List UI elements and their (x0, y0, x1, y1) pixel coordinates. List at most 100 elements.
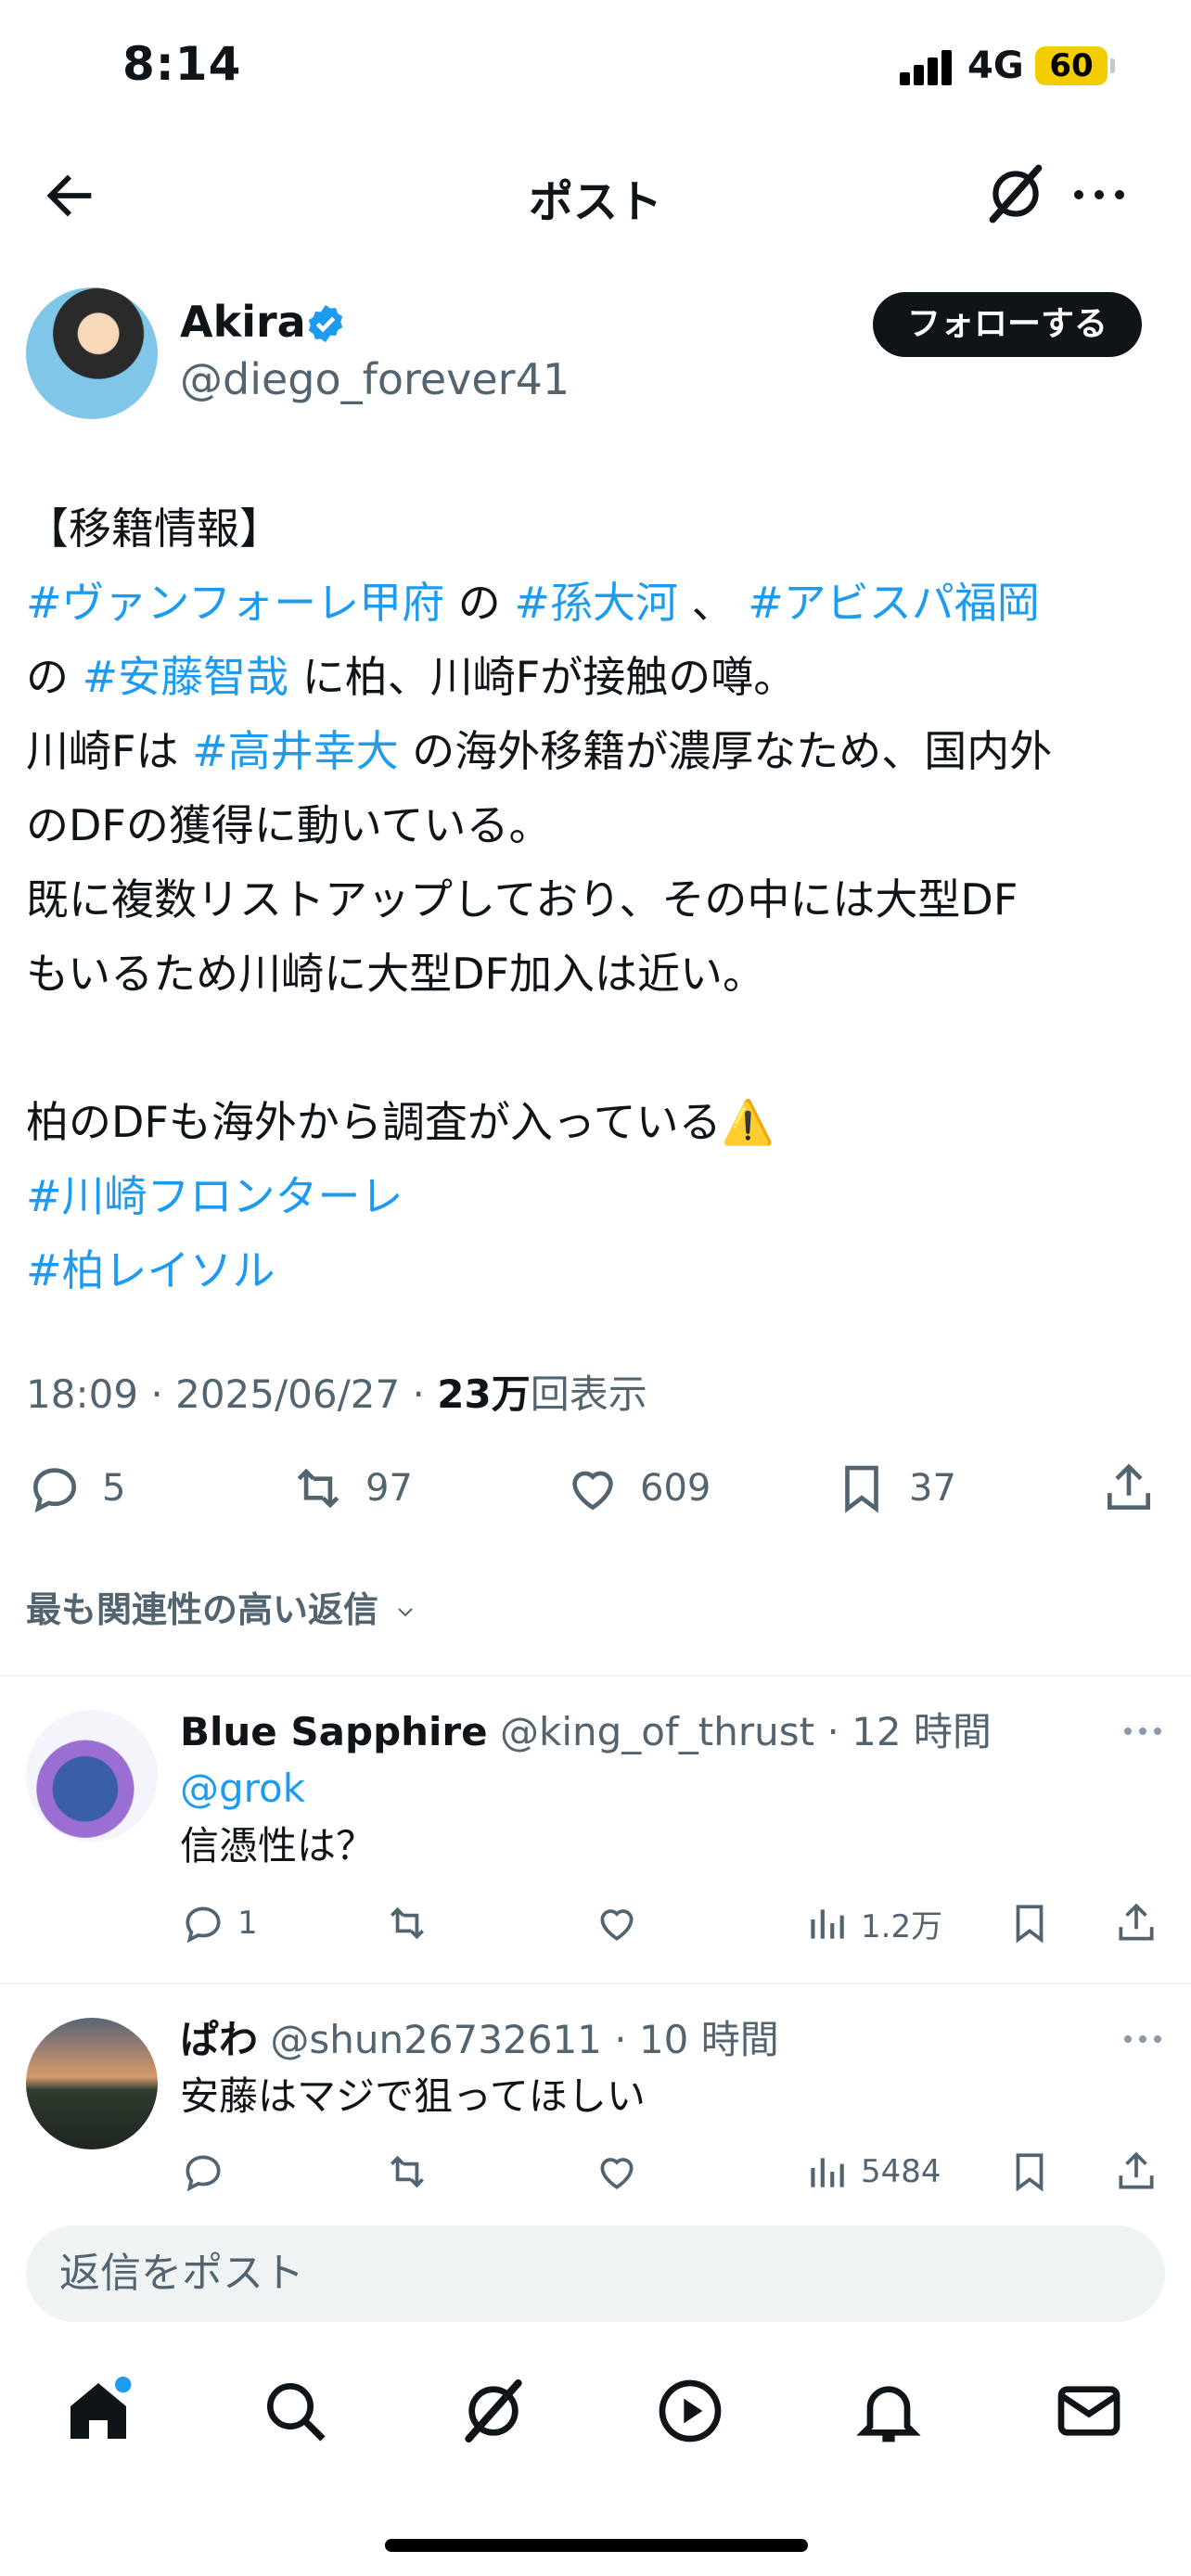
view-label: 回表示 (530, 1371, 647, 1417)
reply-share-button[interactable] (1113, 2144, 1171, 2200)
network-type: 4G (967, 45, 1024, 87)
repost-icon (297, 1468, 339, 1509)
more-icon[interactable] (1122, 2033, 1163, 2046)
reply-like-button[interactable] (594, 1895, 651, 1951)
reply-sort-dropdown[interactable]: 最も関連性の高い返信 (26, 1581, 420, 1632)
reply-count: 5 (102, 1467, 126, 1510)
more-icon[interactable] (1122, 1725, 1163, 1738)
views-icon (811, 2158, 844, 2187)
tweet-line: の #安藤智哉 に柏、川崎Fが接触の噂。 (26, 640, 1167, 714)
hashtag-link[interactable]: #ヴァンフォーレ甲府 (26, 578, 444, 628)
share-icon (1119, 2151, 1154, 2189)
reply-mention[interactable]: @grok (180, 1760, 305, 1817)
views-count: 1.2万 (861, 1907, 943, 1945)
views-count: 5484 (861, 2153, 941, 2190)
bookmark-button[interactable]: 37 (833, 1451, 956, 1525)
hashtag-link[interactable]: #アビスパ福岡 (748, 578, 1040, 628)
bell-icon[interactable] (852, 2374, 926, 2448)
bookmark-icon (845, 1465, 878, 1513)
tweet-line: #ヴァンフォーレ甲府 の #孫大河 、 #アビスパ福岡 (26, 566, 1167, 640)
status-time: 8:14 (122, 37, 242, 91)
mail-icon[interactable] (1052, 2374, 1126, 2448)
reply-avatar[interactable] (26, 1710, 158, 1842)
hashtag-link[interactable]: #孫大河 (514, 578, 678, 628)
grok-tab-icon[interactable] (456, 2374, 531, 2448)
more-icon[interactable] (1071, 185, 1127, 204)
hashtag-link[interactable]: #柏レイソル (26, 1233, 1167, 1307)
divider (0, 1675, 1191, 1677)
reply-button[interactable]: 5 (26, 1451, 125, 1525)
share-icon (1108, 1463, 1150, 1510)
chevron-down-icon (398, 1607, 413, 1616)
author-handle[interactable]: @diego_forever41 (180, 354, 570, 404)
reply-icon (186, 1906, 221, 1944)
reply-share-button[interactable] (1113, 1895, 1171, 1951)
grok-icon[interactable] (981, 159, 1050, 228)
video-icon[interactable] (653, 2374, 727, 2448)
reply-repost-button[interactable] (384, 2144, 442, 2200)
tweet-time[interactable]: 18:09 (26, 1371, 138, 1417)
tweet-date[interactable]: 2025/06/27 (175, 1371, 400, 1417)
tweet-text-segment: の (26, 652, 83, 702)
reply-author-name[interactable]: ぱわ (180, 2017, 258, 2062)
tweet-line: もいるため川崎に大型DF加入は近い。 (26, 949, 765, 999)
tweet-text-segment: の海外移籍が濃厚なため、国内外 (398, 726, 1053, 776)
like-icon (600, 1909, 634, 1941)
reply-time: · 10 時間 (614, 2017, 779, 2062)
reply-reply-button[interactable]: 1 (180, 1895, 258, 1951)
reply-bookmark-button[interactable] (1006, 1895, 1064, 1951)
reply-views-button[interactable]: 1.2万 (803, 1895, 942, 1951)
reply-author-handle[interactable]: @king_of_thrust (500, 1709, 814, 1754)
tweet-line: 川崎Fは #高井幸大 の海外移籍が濃厚なため、国内外 (26, 714, 1167, 788)
status-bar: 8:14 4G 60 (0, 0, 1191, 130)
reply-author-name[interactable]: Blue Sapphire (180, 1709, 488, 1754)
reply-views-button[interactable]: 5484 (803, 2144, 941, 2200)
follow-button[interactable]: フォローする (873, 292, 1142, 357)
view-count: 23万 (437, 1371, 531, 1417)
reply-time: · 12 時間 (826, 1709, 992, 1754)
repost-icon (391, 2155, 424, 2188)
reply-bookmark-button[interactable] (1006, 2144, 1064, 2200)
tweet-line: 既に複数リストアップしており、その中には大型DF (26, 874, 1018, 925)
reply-icon (186, 2155, 221, 2192)
verified-badge-icon (308, 304, 343, 343)
like-button[interactable]: 609 (564, 1451, 711, 1525)
reply-icon (33, 1468, 76, 1513)
bookmark-icon (1016, 2153, 1044, 2192)
hashtag-link[interactable]: #安藤智哉 (83, 652, 289, 702)
like-icon (600, 2158, 634, 2189)
reply-count: 1 (237, 1905, 258, 1942)
like-count: 609 (640, 1467, 711, 1510)
reply-avatar[interactable] (26, 2018, 158, 2149)
author-avatar[interactable] (26, 287, 158, 419)
divider (0, 1983, 1191, 1984)
reply-header: ぱわ @shun26732611 · 10 時間 (180, 2009, 779, 2065)
sort-label: 最も関連性の高い返信 (26, 1589, 379, 1630)
tweet-meta: 18:09 · 2025/06/27 · 23万回表示 (26, 1371, 647, 1417)
tweet-actions: 5 97 609 37 (0, 1451, 1191, 1535)
signal-icon (900, 48, 955, 85)
battery-tip (1110, 58, 1115, 73)
repost-icon (391, 1906, 424, 1940)
search-icon[interactable] (258, 2374, 332, 2448)
share-button[interactable] (1100, 1451, 1176, 1525)
reply-repost-button[interactable] (384, 1895, 442, 1951)
share-icon (1119, 1903, 1154, 1941)
author-name[interactable]: Akira (180, 297, 306, 347)
reply-reply-button[interactable] (180, 2144, 237, 2200)
reply-like-button[interactable] (594, 2144, 651, 2200)
battery-icon: 60 (1035, 46, 1108, 85)
hashtag-link[interactable]: #高井幸大 (192, 726, 399, 776)
views-icon (811, 1909, 844, 1939)
reply-text: 安藤はマジで狙ってほしい (180, 2073, 646, 2119)
reply-compose-input[interactable]: 返信をポスト (26, 2225, 1165, 2322)
home-icon[interactable] (61, 2374, 135, 2448)
bookmark-count: 37 (909, 1467, 956, 1510)
hashtag-link[interactable]: #川崎フロンターレ (26, 1159, 1167, 1233)
tweet-text-segment: に柏、川崎Fが接触の噂。 (288, 652, 797, 702)
tweet-line: のDFの獲得に動いている。 (26, 800, 552, 850)
repost-button[interactable]: 97 (289, 1451, 413, 1525)
tweet-text-segment: 、 (677, 578, 749, 628)
reply-author-handle[interactable]: @shun26732611 (270, 2017, 602, 2062)
